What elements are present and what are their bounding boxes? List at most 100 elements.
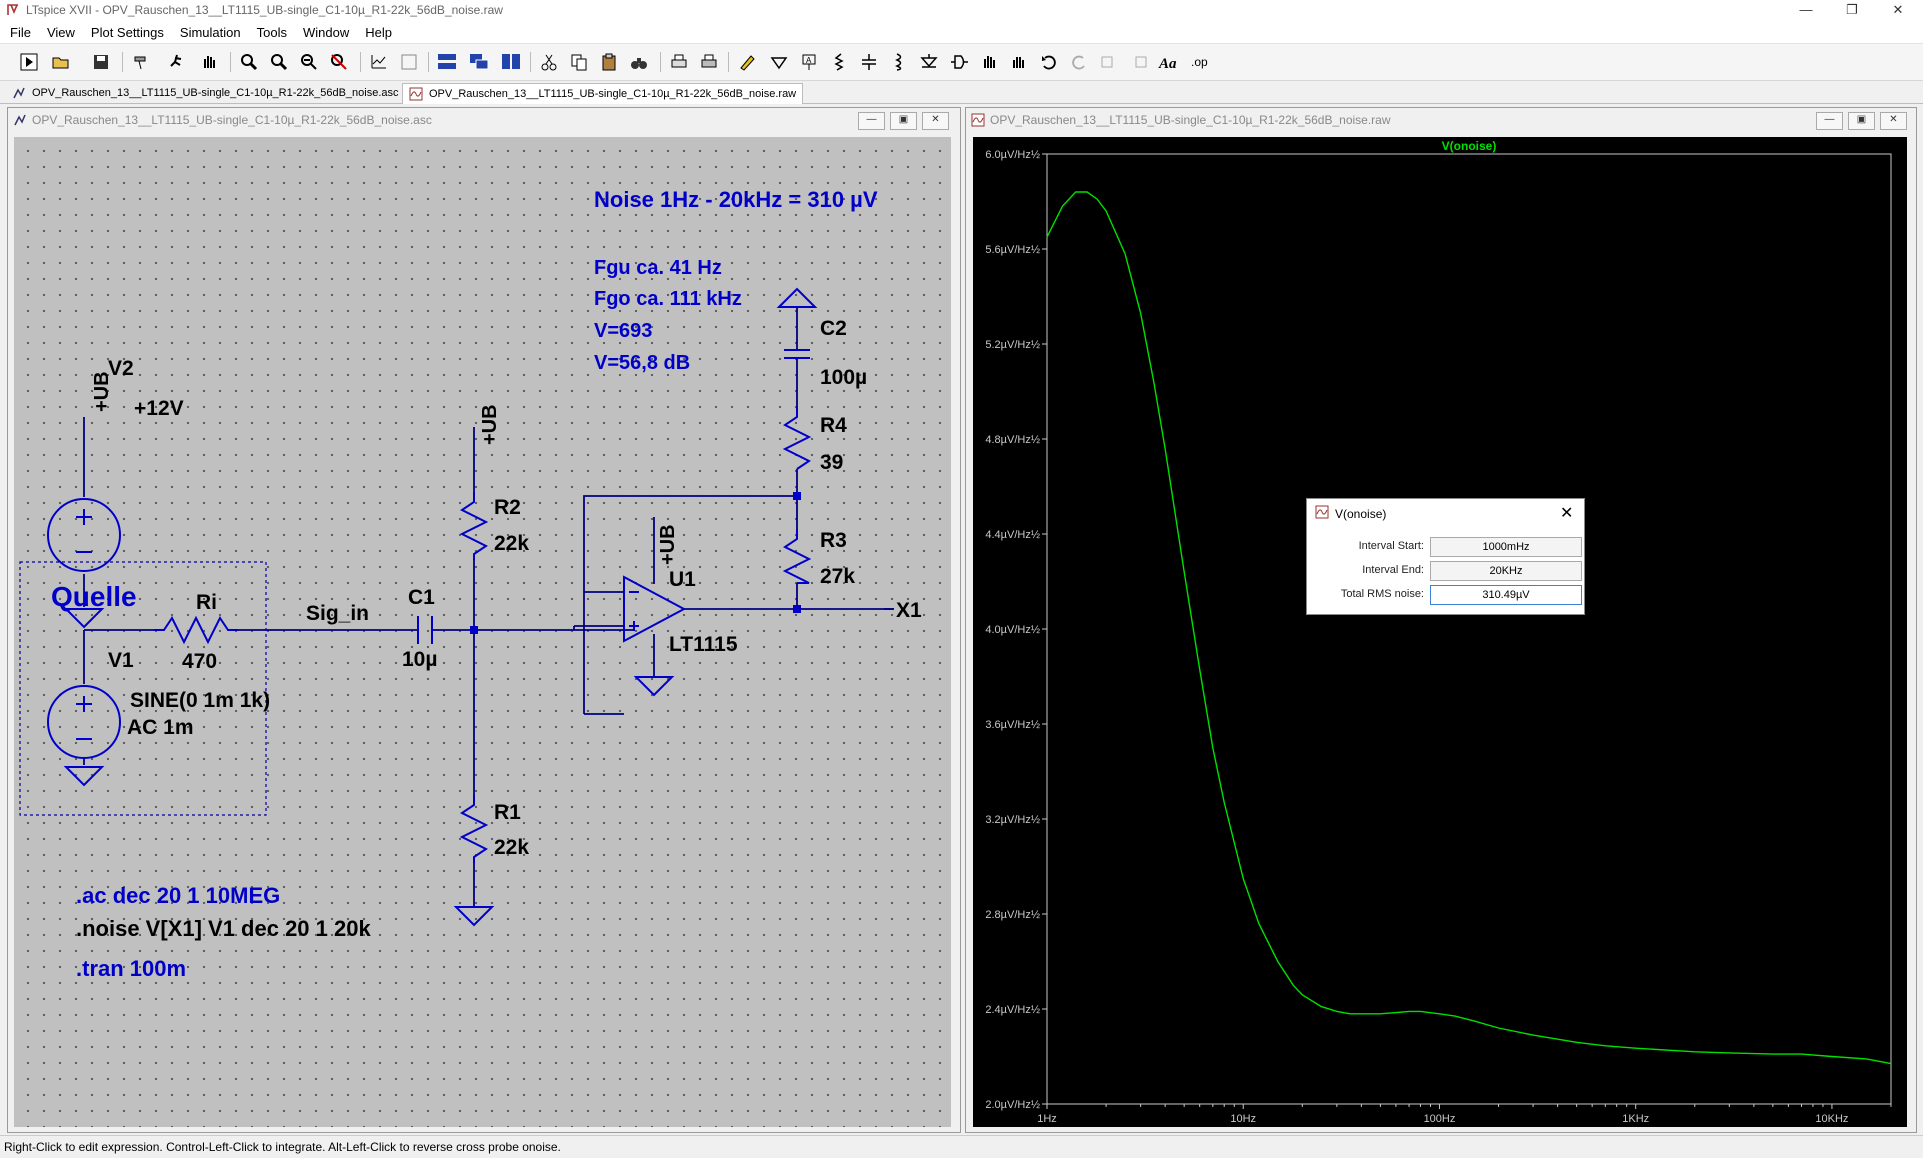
x-tick-label: 10KHz <box>1815 1113 1848 1125</box>
zoom-full-button[interactable] <box>266 49 292 75</box>
r3-name[interactable]: R3 <box>820 529 847 552</box>
menu-tools[interactable]: Tools <box>249 22 295 43</box>
r2-name[interactable]: R2 <box>494 496 521 519</box>
u1-value[interactable]: LT1115 <box>669 633 738 656</box>
zoom-out-button[interactable] <box>296 49 322 75</box>
noise-plot[interactable]: 2.0µV/Hz½ 2.4µV/Hz½ 2.8µV/Hz½ 3.2µV/Hz½ 3.6µ… <box>973 137 1907 1127</box>
ri-value[interactable]: 470 <box>182 650 217 673</box>
r4-value[interactable]: 39 <box>820 451 843 474</box>
find-button[interactable] <box>626 49 652 75</box>
c1-value[interactable]: 10µ <box>402 648 437 671</box>
v1-name[interactable]: V1 <box>108 649 134 672</box>
cascade-button[interactable] <box>466 49 492 75</box>
interval-start-field[interactable]: 1000mHz <box>1430 537 1582 557</box>
r1-ground-symbol <box>453 906 495 927</box>
component-button[interactable] <box>946 49 972 75</box>
schematic-close-button[interactable]: ✕ <box>922 112 949 130</box>
sig-in-label[interactable]: Sig_in <box>306 602 369 625</box>
r2-value[interactable]: 22k <box>494 532 529 555</box>
tran-directive[interactable]: .tran 100m <box>76 956 186 981</box>
tile-horizontal-button[interactable] <box>434 49 460 75</box>
save-button[interactable] <box>88 49 114 75</box>
waveform-minimize-button[interactable]: — <box>1816 112 1843 130</box>
restore-button[interactable]: ❐ <box>1829 0 1875 22</box>
undo-button[interactable] <box>1036 49 1062 75</box>
noise-directive[interactable]: .noise V[X1] V1 dec 20 1 20k <box>76 916 371 941</box>
zoom-in-button[interactable] <box>236 49 262 75</box>
v2-value[interactable]: +12V <box>134 397 184 420</box>
output-net-label[interactable]: X1 <box>896 599 922 622</box>
gain-note[interactable]: V=693 <box>594 320 652 342</box>
noise-note[interactable]: Noise 1Hz - 20kHz = 310 µV <box>594 187 878 212</box>
c2-value[interactable]: 100µ <box>820 366 867 389</box>
control-panel-button[interactable] <box>128 49 154 75</box>
menu-plot-settings[interactable]: Plot Settings <box>83 22 172 43</box>
menu-window[interactable]: Window <box>295 22 357 43</box>
move-button[interactable] <box>976 49 1002 75</box>
r1-value[interactable]: 22k <box>494 836 529 859</box>
close-button[interactable]: ✕ <box>1875 0 1921 22</box>
schematic-minimize-button[interactable]: — <box>858 112 885 130</box>
r3-value[interactable]: 27k <box>820 565 855 588</box>
print-button[interactable] <box>696 49 722 75</box>
v1-value[interactable]: SINE(0 1m 1k) <box>130 689 270 712</box>
capacitor-button[interactable] <box>856 49 882 75</box>
draw-wire-button[interactable] <box>734 49 760 75</box>
r4-name[interactable]: R4 <box>820 414 847 437</box>
quelle-label[interactable]: Quelle <box>51 581 137 612</box>
menu-view[interactable]: View <box>39 22 83 43</box>
waveform-maximize-button[interactable]: ▣ <box>1848 112 1875 130</box>
spice-directive-button[interactable]: .op <box>1188 49 1214 75</box>
r1-resistor-symbol <box>459 795 489 863</box>
fgo-note[interactable]: Fgo ca. 111 kHz <box>594 288 742 310</box>
u1-ub-label[interactable]: +UB <box>657 524 679 565</box>
inductor-button[interactable] <box>886 49 912 75</box>
tile-vertical-button[interactable] <box>498 49 524 75</box>
pan-button[interactable] <box>196 49 222 75</box>
r3-resistor-symbol <box>782 529 812 584</box>
diode-button[interactable] <box>916 49 942 75</box>
add-plot-pane-button[interactable] <box>396 49 422 75</box>
minimize-button[interactable]: — <box>1783 0 1829 22</box>
cut-button[interactable] <box>536 49 562 75</box>
v1-ac-value[interactable]: AC 1m <box>127 716 194 739</box>
label-net-button[interactable]: A <box>796 49 822 75</box>
menu-file[interactable]: File <box>2 22 39 43</box>
rotate-button[interactable] <box>1096 49 1122 75</box>
r1-name[interactable]: R1 <box>494 801 521 824</box>
halt-button[interactable] <box>164 49 190 75</box>
r2-ub-label[interactable]: +UB <box>479 404 501 445</box>
c1-name[interactable]: C1 <box>408 586 435 609</box>
dialog-close-button[interactable]: ✕ <box>1560 503 1573 523</box>
ground-button[interactable] <box>766 49 792 75</box>
v2-name[interactable]: V2 <box>108 357 134 380</box>
menu-help[interactable]: Help <box>357 22 400 43</box>
autorange-button[interactable] <box>366 49 392 75</box>
binoculars-icon <box>631 58 647 69</box>
c2-name[interactable]: C2 <box>820 317 847 340</box>
redo-button[interactable] <box>1066 49 1092 75</box>
tab-waveform[interactable]: OPV_Rauschen_13__LT1115_UB-single_C1-10µ… <box>402 83 804 104</box>
paste-button[interactable] <box>596 49 622 75</box>
print-preview-button[interactable] <box>666 49 692 75</box>
menu-simulation[interactable]: Simulation <box>172 22 249 43</box>
open-button[interactable] <box>48 49 74 75</box>
pencil-icon <box>740 55 755 71</box>
waveform-close-button[interactable]: ✕ <box>1880 112 1907 130</box>
gain-db-note[interactable]: V=56,8 dB <box>594 352 690 374</box>
run-button[interactable] <box>16 49 42 75</box>
ri-name[interactable]: Ri <box>196 591 217 614</box>
zoom-cancel-button[interactable] <box>326 49 352 75</box>
u1-name[interactable]: U1 <box>669 568 696 591</box>
mirror-button[interactable] <box>1126 49 1152 75</box>
tab-schematic[interactable]: OPV_Rauschen_13__LT1115_UB-single_C1-10µ… <box>6 83 405 103</box>
fgu-note[interactable]: Fgu ca. 41 Hz <box>594 257 722 279</box>
resistor-button[interactable] <box>826 49 852 75</box>
copy-button[interactable] <box>566 49 592 75</box>
interval-end-field[interactable]: 20KHz <box>1430 561 1582 581</box>
text-button[interactable]: Aa <box>1156 49 1182 75</box>
rms-noise-field[interactable]: 310.49µV <box>1430 585 1582 605</box>
schematic-maximize-button[interactable]: ▣ <box>890 112 917 130</box>
ac-directive[interactable]: .ac dec 20 1 10MEG <box>76 883 280 908</box>
drag-button[interactable] <box>1006 49 1032 75</box>
